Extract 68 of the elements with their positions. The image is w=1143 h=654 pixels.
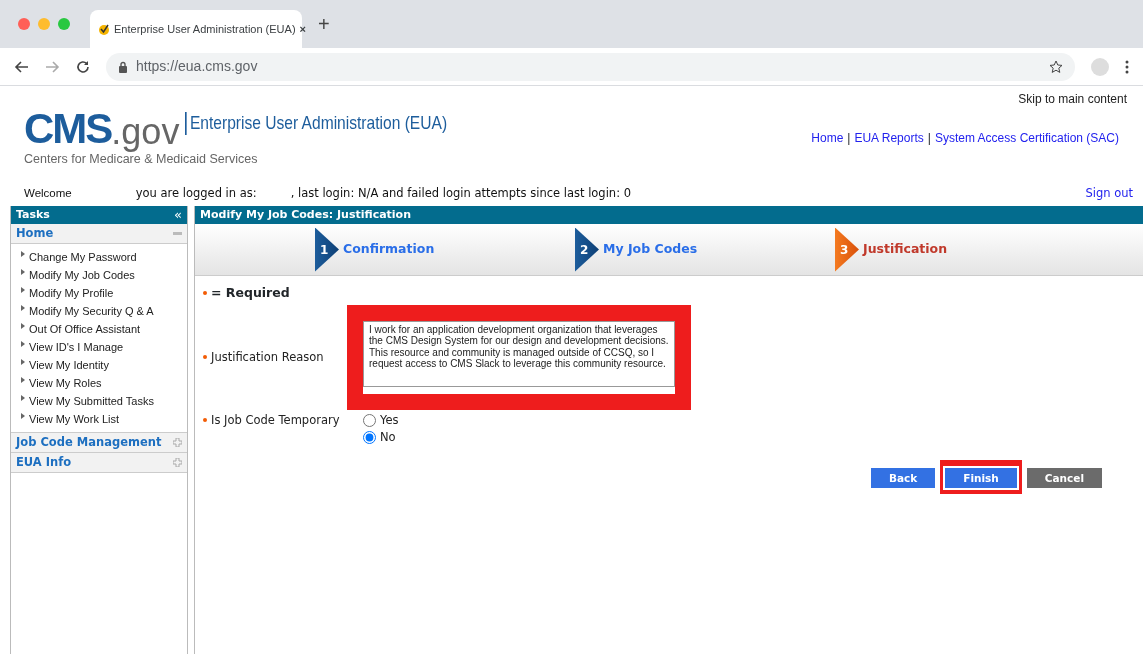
step-label: My Job Codes bbox=[603, 240, 698, 259]
section-header[interactable]: Job Code Management bbox=[11, 433, 187, 453]
sidebar-item[interactable]: View My Roles bbox=[11, 374, 187, 392]
login-text: you are logged in as: bbox=[135, 184, 257, 202]
close-window-button[interactable] bbox=[18, 18, 30, 30]
nav-separator: | bbox=[927, 130, 931, 148]
action-button[interactable]: Finish bbox=[945, 468, 1017, 489]
minimize-window-button[interactable] bbox=[38, 18, 50, 30]
forward-icon[interactable] bbox=[45, 59, 60, 74]
close-tab-button[interactable]: × bbox=[299, 20, 306, 38]
last-login-text: , last login: N/A and failed login attempts since last login: 0 bbox=[290, 184, 631, 202]
url-text: https://eua.cms.gov bbox=[136, 57, 258, 76]
sidebar-item[interactable]: Modify My Job Codes bbox=[11, 266, 187, 284]
collapse-button[interactable]: « bbox=[174, 205, 182, 225]
sidebar-title: Tasks bbox=[16, 206, 50, 223]
sidebar-item[interactable]: View My Identity bbox=[11, 356, 187, 374]
logo: CMS.gov bbox=[24, 108, 180, 150]
sidebar-item[interactable]: Modify My Security Q & A bbox=[11, 302, 187, 320]
step-label: Confirmation bbox=[343, 240, 435, 259]
required-dot-icon bbox=[203, 291, 207, 296]
app-title: Enterprise User Administration (EUA) bbox=[185, 112, 448, 135]
radio-label[interactable]: Yes bbox=[380, 411, 399, 429]
action-button[interactable]: Back bbox=[870, 468, 936, 489]
new-tab-button[interactable]: + bbox=[318, 9, 330, 39]
section-header[interactable]: EUA Info bbox=[11, 453, 187, 473]
field-label: Justification Reason bbox=[211, 348, 324, 366]
star-icon[interactable] bbox=[1049, 59, 1063, 74]
nav-link[interactable]: EUA Reports bbox=[854, 129, 924, 148]
required-note: = Required bbox=[211, 284, 290, 302]
back-icon[interactable] bbox=[14, 59, 29, 74]
step-marker: 2 bbox=[575, 227, 599, 272]
tab-title: Enterprise User Administration (EUA) bbox=[114, 21, 296, 37]
step-label: Justification bbox=[863, 240, 948, 259]
panel-header: Modify My Job Codes: Justification bbox=[195, 206, 1143, 224]
nav-separator: | bbox=[847, 130, 851, 148]
menu-icon[interactable] bbox=[1125, 59, 1129, 74]
maximize-window-button[interactable] bbox=[58, 18, 70, 30]
checkmark-icon bbox=[98, 23, 110, 35]
welcome-text: Welcome bbox=[24, 185, 72, 201]
radio-button[interactable] bbox=[363, 431, 376, 445]
radio-label[interactable]: No bbox=[380, 429, 396, 447]
sign-out-link[interactable]: Sign out bbox=[1085, 184, 1133, 202]
nav-link[interactable]: Home bbox=[811, 129, 844, 148]
field-label: Is Job Code Temporary bbox=[211, 411, 340, 429]
section-header[interactable]: Home bbox=[11, 224, 187, 244]
required-dot-icon bbox=[203, 418, 207, 423]
minus-icon[interactable] bbox=[173, 229, 182, 238]
sidebar-item[interactable]: Out Of Office Assistant bbox=[11, 320, 187, 338]
sidebar-item[interactable]: View My Work List bbox=[11, 410, 187, 428]
profile-avatar[interactable] bbox=[1091, 57, 1109, 76]
address-bar[interactable]: https://eua.cms.gov bbox=[106, 52, 1075, 81]
skip-link[interactable]: Skip to main content bbox=[1018, 90, 1127, 108]
step-marker: 3 bbox=[835, 227, 859, 272]
sidebar-item[interactable]: View My Submitted Tasks bbox=[11, 392, 187, 410]
justification-input[interactable]: I work for an application development organization that leverages the CMS Design System for our design and development decisions. This resource and community is managed outside of CCSQ, so I request access to CMS Slack to leverage this community resource. bbox=[363, 320, 675, 387]
plus-icon[interactable] bbox=[173, 438, 182, 447]
nav-link[interactable]: System Access Certification (SAC) bbox=[934, 129, 1119, 148]
required-dot-icon bbox=[203, 355, 207, 360]
action-button[interactable]: Cancel bbox=[1026, 468, 1102, 489]
reload-icon[interactable] bbox=[76, 59, 90, 74]
logo-subtitle: Centers for Medicare & Medicaid Services bbox=[24, 152, 259, 168]
sidebar-item[interactable]: Modify My Profile bbox=[11, 284, 187, 302]
lock-icon bbox=[118, 60, 128, 73]
sidebar-item[interactable]: View ID's I Manage bbox=[11, 338, 187, 356]
radio-button[interactable] bbox=[363, 413, 376, 427]
plus-icon[interactable] bbox=[173, 458, 182, 467]
sidebar-item[interactable]: Change My Password bbox=[11, 248, 187, 266]
step-marker: 1 bbox=[315, 227, 339, 272]
